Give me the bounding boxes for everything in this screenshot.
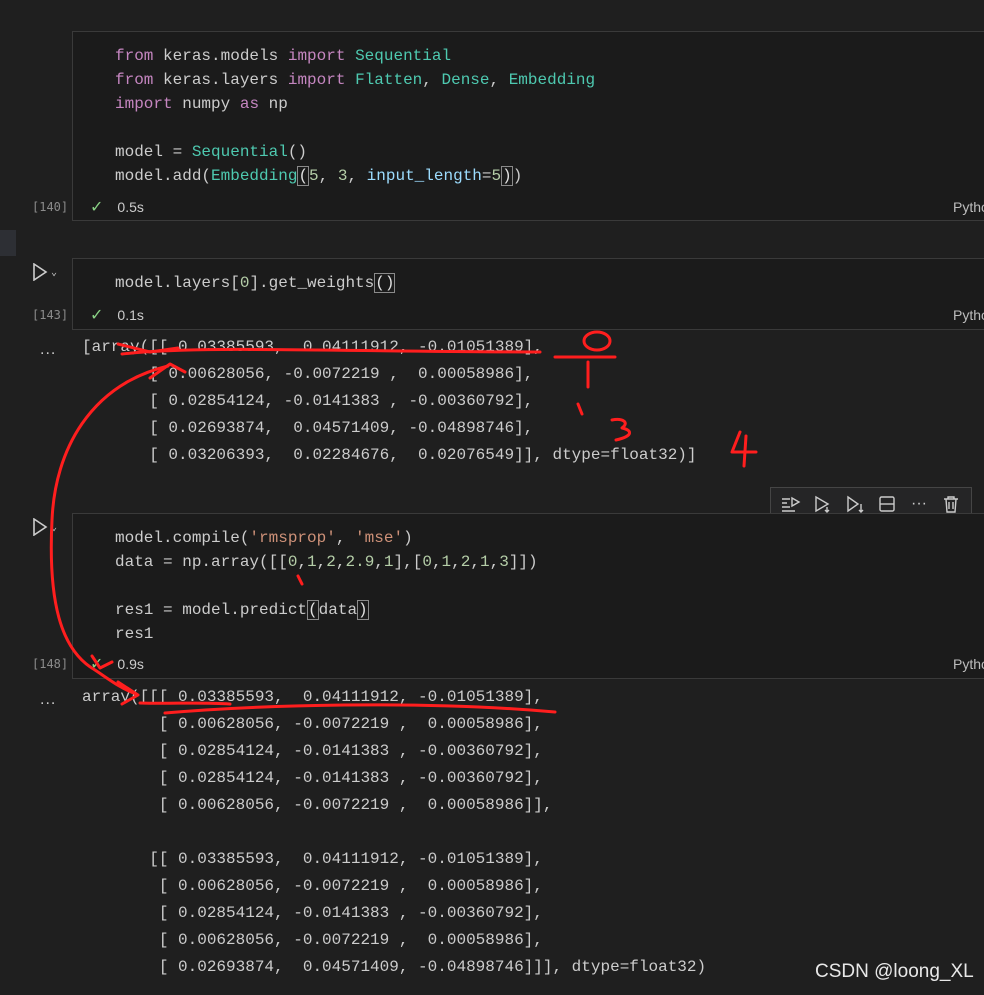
keyword: as [239,95,260,113]
run-cell-button[interactable]: ⌄ [32,518,57,536]
module-name: keras.layers [163,71,279,89]
output-prompt[interactable]: ... [40,341,56,359]
class-name: Flatten [355,71,423,89]
class-name: Embedding [508,71,596,89]
class-name: Sequential [355,47,452,65]
code-text: , [347,167,367,185]
cell-output: array([[[ 0.03385593, 0.04111912, -0.010… [82,688,707,976]
cell-status: ✓ 0.1s [90,305,144,325]
execution-count: [143] [32,308,69,322]
success-check-icon: ✓ [90,656,104,673]
execution-count: [140] [32,200,69,214]
code-editor[interactable]: from keras.models import Sequential from… [115,44,595,188]
digit-four [730,430,758,468]
execution-count: [148] [32,657,69,671]
code-text: model.compile( [115,529,250,547]
bracket-match: ( [297,166,310,186]
bracket-match: ) [357,600,369,620]
execution-duration: 0.1s [117,307,144,323]
code-text: res1 = model.predict [115,601,308,619]
number: 5 [491,167,502,185]
code-editor[interactable]: model.layers[0].get_weights() [115,271,396,295]
keyword: from [115,71,154,89]
bracket-match: ) [501,166,513,186]
execution-duration: 0.5s [117,199,144,215]
alias: np [268,95,288,113]
code-text: ].get_weights [249,274,375,292]
chevron-down-icon[interactable]: ⌄ [51,522,57,533]
number: 2 [326,553,336,571]
success-check-icon: ✓ [90,307,104,324]
cell-status: ✓ 0.5s [90,197,144,217]
number: 1 [479,553,490,571]
keyword: import [287,71,346,89]
code-cell-3[interactable]: model.compile('rmsprop', 'mse') data = n… [72,513,984,679]
chevron-down-icon[interactable]: ⌄ [51,267,57,278]
code-text: , [318,167,338,185]
number: 0 [422,553,432,571]
class-name: Embedding [211,167,298,185]
code-text: res1 [115,625,154,643]
code-text: = [481,167,492,185]
play-icon [33,263,48,281]
number: 1 [383,553,394,571]
code-text: model = [115,143,192,161]
bracket-match: ( [307,600,319,620]
output-prompt[interactable]: ... [40,691,56,709]
watermark: CSDN @loong_XL [815,961,974,982]
code-text: model.layers[ [115,274,240,292]
language-selector[interactable]: Python [953,199,984,215]
keyword: from [115,47,154,65]
number: 2 [460,553,471,571]
number: 1 [307,553,317,571]
number: 5 [309,167,319,185]
code-text: data = np.array([[ [115,553,288,571]
keyword: import [115,95,173,113]
number: 3 [499,553,509,571]
play-icon [33,518,48,536]
cell-output: [array([[ 0.03385593, 0.04111912, -0.010… [82,338,697,464]
number: 0 [287,553,298,571]
code-text: data [318,601,358,619]
language-selector[interactable]: Python [953,656,984,672]
success-check-icon: ✓ [90,199,104,216]
param-name: input_length [366,167,482,185]
execution-duration: 0.9s [117,656,144,672]
code-text: model.add( [115,167,212,185]
number: 2.9 [345,553,375,571]
run-cell-button[interactable]: ⌄ [32,263,57,281]
bracket-match: () [374,273,396,293]
keyword: import [287,47,346,65]
class-name: Sequential [191,143,288,161]
string-literal: 'rmsprop' [249,529,336,547]
code-cell-2[interactable]: model.layers[0].get_weights() [72,258,984,330]
number: 0 [239,274,250,292]
code-cell-1[interactable]: from keras.models import Sequential from… [72,31,984,221]
number: 1 [441,553,452,571]
language-selector[interactable]: Python [953,307,984,323]
code-editor[interactable]: model.compile('rmsprop', 'mse') data = n… [115,526,538,646]
string-literal: 'mse' [355,529,404,547]
module-name: keras.models [163,47,279,65]
module-name: numpy [182,95,231,113]
gutter-marker [0,230,16,256]
cell-status: ✓ 0.9s [90,654,144,674]
class-name: Dense [441,71,490,89]
